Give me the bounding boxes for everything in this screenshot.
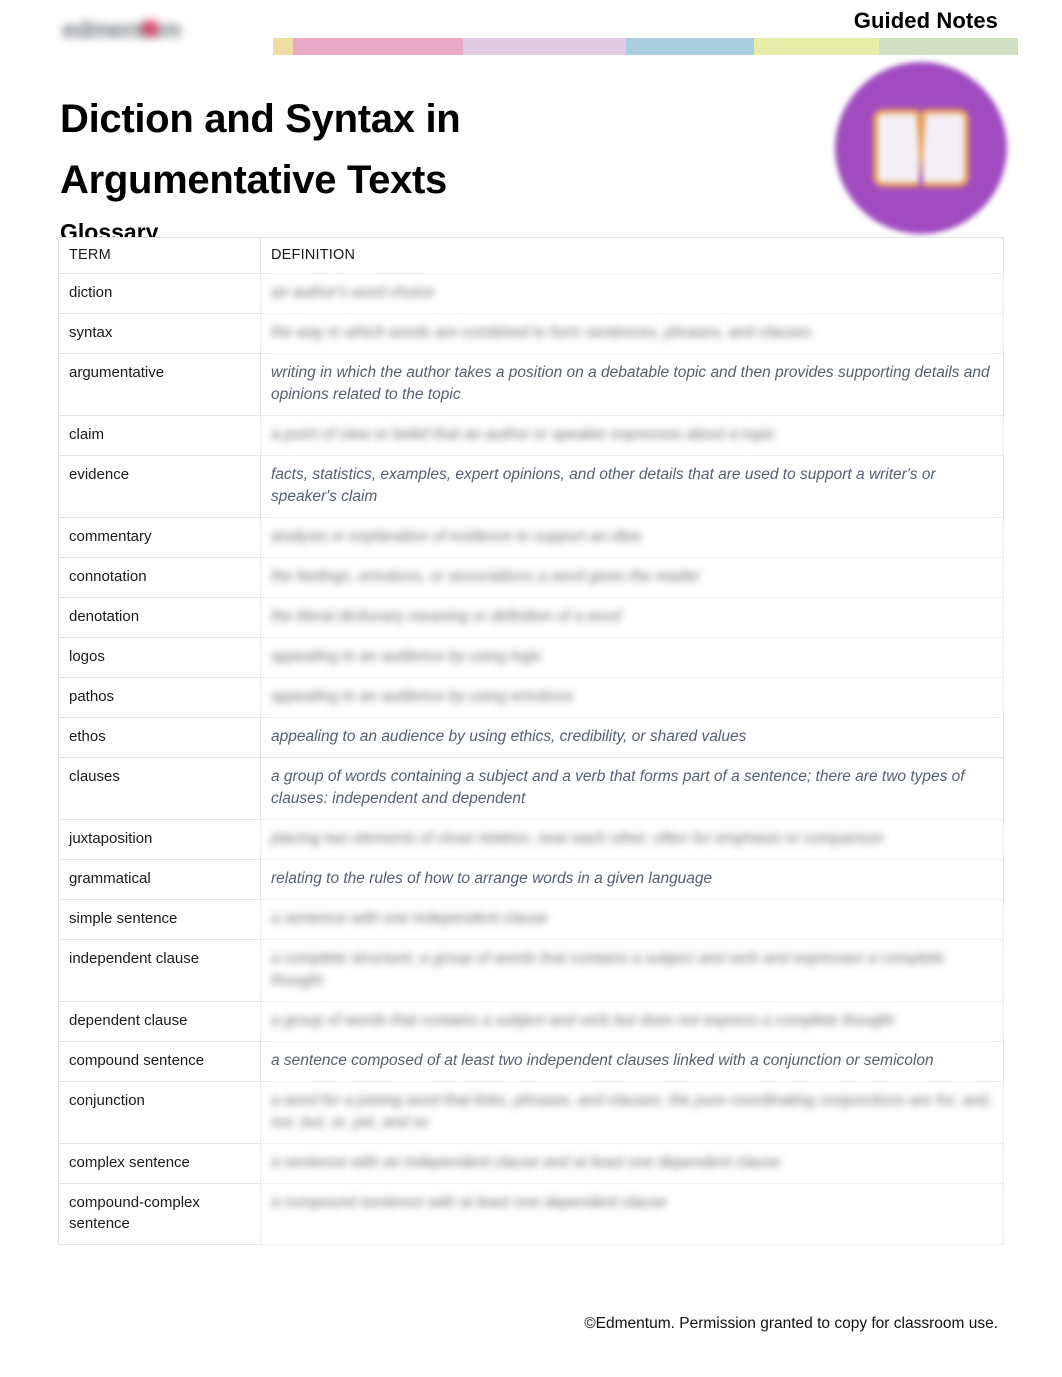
- table-row: ethos appealing to an audience by using e…: [58, 717, 1004, 758]
- glossary-term: claim: [58, 415, 261, 456]
- glossary-term: compound-complex sentence: [58, 1183, 261, 1245]
- glossary-definition-redacted: the feelings, emotions, or associations …: [260, 557, 1004, 598]
- glossary-term: syntax: [58, 313, 261, 354]
- glossary-definition-redacted: a sentence with one independent clause: [260, 899, 1004, 940]
- glossary-definition: relating to the rules of how to arrange …: [260, 859, 1004, 900]
- table-row: dependent clause a group of words that co…: [58, 1001, 1004, 1042]
- color-bar-segment-logo: [58, 38, 273, 55]
- page-header: Guided Notes edmentum: [0, 0, 1062, 60]
- glossary-term: denotation: [58, 597, 261, 638]
- document-type-label: Guided Notes: [853, 8, 998, 33]
- table-row: pathos appealing to an audience by using …: [58, 677, 1004, 718]
- color-bar-segment-2: [293, 38, 463, 55]
- table-row: claim a point of view or belief that an a…: [58, 415, 1004, 456]
- glossary-definition-redacted: a compound sentence with at least one de…: [260, 1183, 1004, 1245]
- color-bar-segment-5: [754, 38, 879, 55]
- table-row: grammatical relating to the rules of how …: [58, 859, 1004, 900]
- glossary-term: compound sentence: [58, 1041, 261, 1082]
- open-book-icon: [873, 109, 969, 187]
- table-row: connotation the feelings, emotions, or as…: [58, 557, 1004, 598]
- glossary-definition: a group of words containing a subject an…: [260, 757, 1004, 820]
- glossary-definition-redacted: appealing to an audience by using logic: [260, 637, 1004, 678]
- glossary-definition-redacted: appealing to an audience by using emotio…: [260, 677, 1004, 718]
- glossary-term: commentary: [58, 517, 261, 558]
- glossary-definition-redacted: analysis or explanation of evidence to s…: [260, 517, 1004, 558]
- glossary-term: simple sentence: [58, 899, 261, 940]
- glossary-term: juxtaposition: [58, 819, 261, 860]
- book-left-page: [873, 109, 919, 187]
- glossary-definition: a sentence composed of at least two inde…: [260, 1041, 1004, 1082]
- glossary-term: clauses: [58, 757, 261, 820]
- column-header-definition: DEFINITION: [260, 237, 1004, 274]
- color-bar-segment-3: [463, 38, 626, 55]
- glossary-definition-redacted: a group of words that contains a subject…: [260, 1001, 1004, 1042]
- column-header-term: TERM: [58, 237, 261, 274]
- table-row: complex sentence a sentence with an indep…: [58, 1143, 1004, 1184]
- table-row: simple sentence a sentence with one indep…: [58, 899, 1004, 940]
- glossary-definition-redacted: a word for a joining word that links, ph…: [260, 1081, 1004, 1144]
- table-row: juxtaposition placing two elements of clo…: [58, 819, 1004, 860]
- glossary-definition-redacted: a complete structure; a group of words t…: [260, 939, 1004, 1002]
- table-row: evidence facts, statistics, examples, exp…: [58, 455, 1004, 518]
- table-row: compound sentence a sentence composed of …: [58, 1041, 1004, 1082]
- glossary-definition-redacted: the literal dictionary meaning or defini…: [260, 597, 1004, 638]
- table-row: denotation the literal dictionary meaning…: [58, 597, 1004, 638]
- table-row: clauses a group of words containing a sub…: [58, 757, 1004, 820]
- edmentum-logo-dot: [142, 20, 159, 37]
- color-bar-segment-4: [626, 38, 754, 55]
- subject-badge: [835, 62, 1007, 234]
- glossary-definition: facts, statistics, examples, expert opin…: [260, 455, 1004, 518]
- glossary-term: grammatical: [58, 859, 261, 900]
- color-bar-segment-6: [879, 38, 1018, 55]
- glossary-term: connotation: [58, 557, 261, 598]
- table-row: conjunction a word for a joining word tha…: [58, 1081, 1004, 1144]
- glossary-term: argumentative: [58, 353, 261, 416]
- glossary-term: independent clause: [58, 939, 261, 1002]
- glossary-term: evidence: [58, 455, 261, 518]
- table-row: syntax the way in which words are combine…: [58, 313, 1004, 354]
- glossary-definition-redacted: a point of view or belief that an author…: [260, 415, 1004, 456]
- glossary-term: conjunction: [58, 1081, 261, 1144]
- glossary-term: ethos: [58, 717, 261, 758]
- glossary-term: complex sentence: [58, 1143, 261, 1184]
- table-row: commentary analysis or explanation of evi…: [58, 517, 1004, 558]
- decorative-color-bar: [58, 38, 1018, 55]
- table-row: compound-complex sentence a compound sent…: [58, 1183, 1004, 1245]
- glossary-term: pathos: [58, 677, 261, 718]
- table-row: diction an author's word choice: [58, 273, 1004, 314]
- table-row: argumentative writing in which the author…: [58, 353, 1004, 416]
- page-title: Diction and Syntax in Argumentative Text…: [60, 96, 461, 202]
- color-bar-segment-1: [273, 38, 293, 55]
- book-right-page: [923, 109, 969, 187]
- glossary-definition: appealing to an audience by using ethics…: [260, 717, 1004, 758]
- glossary-table: TERM DEFINITION diction an author's word …: [58, 237, 1004, 1245]
- table-header-row: TERM DEFINITION: [58, 237, 1004, 274]
- table-row: logos appealing to an audience by using l…: [58, 637, 1004, 678]
- glossary-term: diction: [58, 273, 261, 314]
- glossary-definition-redacted: placing two elements of close relation, …: [260, 819, 1004, 860]
- glossary-definition-redacted: an author's word choice: [260, 273, 1004, 314]
- glossary-definition: writing in which the author takes a posi…: [260, 353, 1004, 416]
- table-row: independent clause a complete structure; …: [58, 939, 1004, 1002]
- copyright-footer: ©Edmentum. Permission granted to copy fo…: [584, 1315, 998, 1332]
- glossary-definition-redacted: the way in which words are combined to f…: [260, 313, 1004, 354]
- document-page: Guided Notes edmentum Diction and Syntax…: [0, 0, 1062, 1377]
- glossary-definition-redacted: a sentence with an independent clause an…: [260, 1143, 1004, 1184]
- glossary-term: dependent clause: [58, 1001, 261, 1042]
- glossary-term: logos: [58, 637, 261, 678]
